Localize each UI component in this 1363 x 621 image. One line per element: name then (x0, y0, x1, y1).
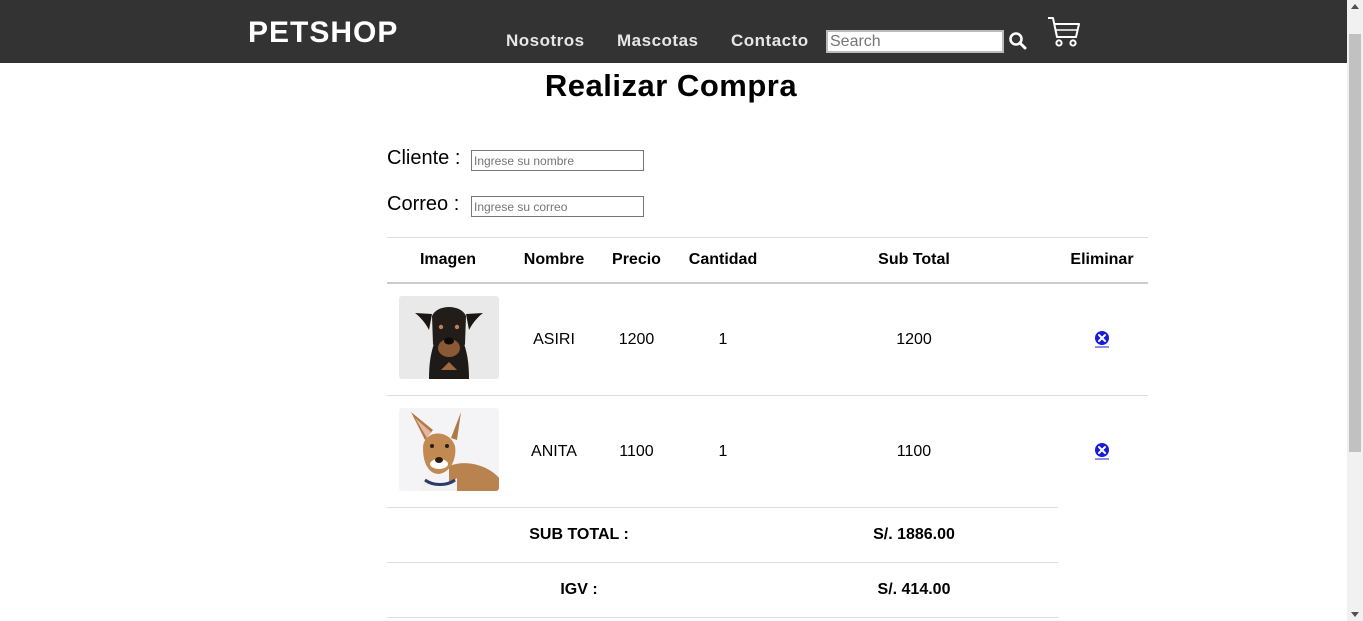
brand-logo[interactable]: PETSHOP (248, 16, 398, 50)
top-navbar: PETSHOP Nosotros Mascotas Contacto (0, 0, 1347, 63)
correo-label: Correo : (387, 193, 460, 215)
search-icon[interactable] (1008, 31, 1028, 51)
totals-divider (387, 617, 1058, 618)
subtotal-value: S/. 1886.00 (873, 526, 955, 543)
header-imagen: Imagen (419, 251, 476, 268)
cliente-label: Cliente : (387, 147, 461, 169)
remove-item-icon[interactable] (1093, 330, 1111, 348)
remove-item-icon[interactable] (1093, 442, 1111, 460)
row-divider (387, 507, 1058, 508)
cart-icon[interactable] (1047, 16, 1081, 48)
table-header-divider (387, 282, 1148, 284)
igv-label: IGV : (560, 581, 598, 598)
nav-link-mascotas[interactable]: Mascotas (617, 31, 698, 51)
header-subtotal: Sub Total (878, 251, 950, 268)
nav-link-nosotros[interactable]: Nosotros (506, 31, 585, 51)
row-precio: 1100 (619, 443, 654, 460)
row-nombre: ASIRI (533, 331, 575, 348)
subtotal-label: SUB TOTAL : (529, 526, 629, 543)
igv-value: S/. 414.00 (877, 581, 951, 598)
page-title: Realizar Compra (544, 68, 798, 103)
totals-divider (387, 562, 1058, 563)
row-nombre: ANITA (531, 443, 577, 460)
row-cantidad: 1 (718, 443, 728, 460)
row-subtotal: 1200 (896, 331, 932, 348)
cliente-name-field[interactable] (471, 150, 644, 171)
header-precio: Precio (612, 251, 661, 268)
search-input[interactable] (826, 30, 1004, 53)
table-top-divider (387, 237, 1148, 238)
nav-link-contacto[interactable]: Contacto (731, 31, 809, 51)
scroll-up-arrow-icon[interactable] (1351, 4, 1359, 9)
scrollbar-thumb[interactable] (1349, 34, 1361, 452)
row-cantidad: 1 (718, 331, 728, 348)
vertical-scrollbar[interactable] (1347, 0, 1363, 621)
row-divider (387, 395, 1148, 396)
correo-email-field[interactable] (471, 196, 644, 217)
pet-photo-anita (399, 408, 499, 491)
pet-photo-asiri (399, 296, 499, 379)
row-precio: 1200 (618, 331, 655, 348)
header-nombre: Nombre (523, 251, 585, 268)
header-cantidad: Cantidad (688, 251, 758, 268)
scroll-down-arrow-icon[interactable] (1351, 612, 1359, 617)
header-eliminar: Eliminar (1070, 251, 1134, 268)
row-subtotal: 1100 (896, 443, 932, 460)
